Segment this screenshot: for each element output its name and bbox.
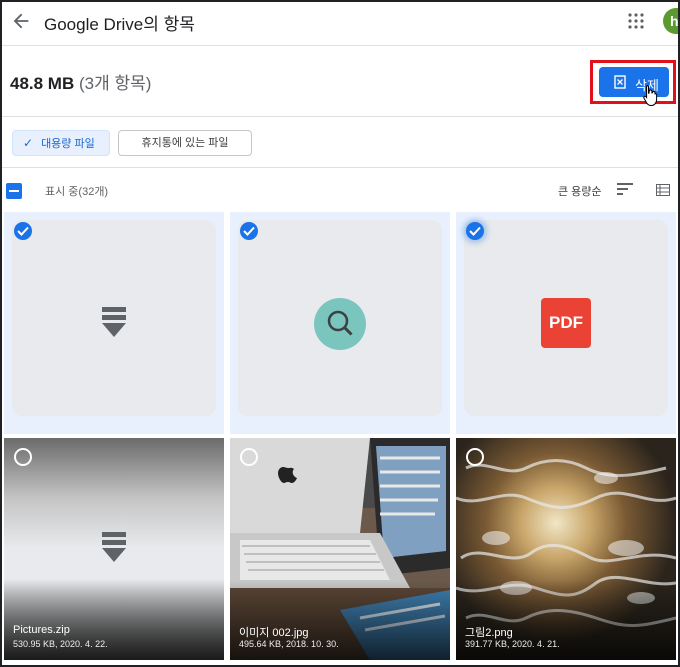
file-tile[interactable]: 그림2.png 391.77 KB, 2020. 4. 21. — [456, 438, 676, 660]
file-tile[interactable]: PDF — [456, 212, 676, 434]
select-all-checkbox[interactable] — [6, 183, 22, 199]
filter-bar: ✓ 대용량 파일 휴지통에 있는 파일 — [2, 118, 678, 168]
selection-summary: 48.8 MB (3개 항목) 삭제 — [2, 47, 678, 117]
file-meta: 495.64 KB, 2018. 10. 30. — [239, 639, 339, 649]
apps-grid-icon[interactable] — [628, 13, 644, 29]
file-tile[interactable] — [4, 212, 224, 434]
zip-icon — [102, 307, 126, 337]
list-view-icon[interactable] — [656, 184, 670, 196]
file-name: 그림2.png — [465, 627, 513, 639]
drive-window: Google Drive의 항목 h 48.8 MB (3개 항목) 삭제 — [0, 0, 680, 667]
showing-count: 표시 중(32개) — [45, 186, 109, 198]
file-meta: 391.77 KB, 2020. 4. 21. — [465, 639, 560, 649]
select-circle[interactable] — [14, 448, 32, 466]
file-tile[interactable]: 이미지 002.jpg 495.64 KB, 2018. 10. 30. — [230, 438, 450, 660]
selection-size: 48.8 MB (3개 항목) — [10, 69, 151, 94]
item-count: (3개 항목) — [78, 74, 152, 93]
checkmark-icon: ✓ — [23, 136, 34, 150]
filter-large-files[interactable]: ✓ 대용량 파일 — [12, 130, 110, 156]
select-circle[interactable] — [240, 448, 258, 466]
search-icon — [314, 298, 366, 350]
file-name: 이미지 002.jpg — [239, 627, 309, 639]
delete-button[interactable]: 삭제 — [599, 67, 669, 97]
zip-icon — [102, 532, 126, 562]
filter-trash-label: 휴지통에 있는 파일 — [141, 137, 229, 149]
sort-label[interactable]: 큰 용량순 — [558, 183, 602, 199]
total-size: 48.8 MB — [10, 74, 75, 93]
selected-check[interactable] — [466, 222, 484, 240]
page-title: Google Drive의 항목 — [44, 15, 195, 34]
list-header: 표시 중(32개) 큰 용량순 — [2, 169, 678, 211]
sort-icon[interactable] — [617, 183, 633, 195]
selected-check[interactable] — [240, 222, 258, 240]
filter-trash-files[interactable]: 휴지통에 있는 파일 — [118, 130, 252, 156]
file-tile[interactable]: Pictures.zip 530.95 KB, 2020. 4. 22. — [4, 438, 224, 660]
back-arrow-icon[interactable] — [10, 10, 32, 32]
top-bar: Google Drive의 항목 h — [2, 2, 678, 46]
pdf-icon: PDF — [541, 298, 591, 348]
avatar[interactable]: h — [663, 8, 678, 34]
file-meta: 530.95 KB, 2020. 4. 22. — [13, 639, 108, 649]
file-tile[interactable] — [230, 212, 450, 434]
select-circle[interactable] — [466, 448, 484, 466]
selected-check[interactable] — [14, 222, 32, 240]
hand-cursor-icon — [643, 85, 658, 106]
delete-icon — [614, 75, 626, 89]
filter-large-label: 대용량 파일 — [41, 138, 95, 150]
file-name: Pictures.zip — [13, 624, 70, 636]
